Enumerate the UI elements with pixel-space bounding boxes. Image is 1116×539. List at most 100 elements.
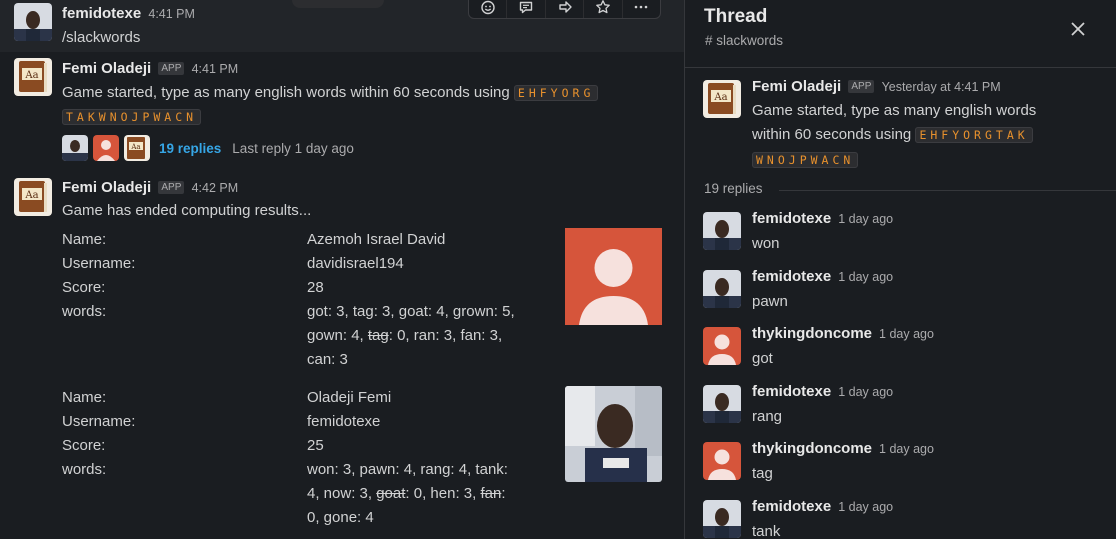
replies-count: 19 replies xyxy=(704,181,763,196)
scroll-indicator xyxy=(292,0,384,8)
timestamp[interactable]: 1 day ago xyxy=(838,270,893,284)
letters-code: EHFYORG xyxy=(513,85,599,101)
field-label-username: Username: xyxy=(62,413,136,430)
player-name: Oladeji Femi xyxy=(307,389,392,406)
message-text: Game started, type as many english words… xyxy=(62,84,510,101)
share-icon[interactable] xyxy=(546,0,585,18)
player-score: 28 xyxy=(307,279,324,296)
player-words: got: 3, tag: 3, goat: 4, grown: 5, xyxy=(307,303,515,320)
timestamp[interactable]: 4:41 PM xyxy=(192,62,239,76)
sender-name[interactable]: Femi Oladeji xyxy=(62,60,151,77)
divider xyxy=(685,67,1116,68)
avatar-photo[interactable] xyxy=(703,499,741,538)
field-label-name: Name: xyxy=(62,231,107,248)
player-words: won: 3, pawn: 4, rang: 4, tank: xyxy=(307,461,508,478)
message-text: tag xyxy=(752,465,773,482)
avatar-photo[interactable] xyxy=(703,384,741,423)
message-game-ended[interactable]: Aa Femi Oladeji APP 4:42 PM Game has end… xyxy=(0,172,684,539)
timestamp[interactable]: 4:42 PM xyxy=(192,181,239,195)
message-text: tank xyxy=(752,522,781,539)
last-reply-text: Last reply 1 day ago xyxy=(232,140,354,156)
message-text: Game started, type as many english words xyxy=(752,102,1037,119)
reply-in-thread-icon[interactable] xyxy=(507,0,546,18)
close-icon[interactable] xyxy=(1067,18,1089,40)
letters-code: TAKWNOJPWACN xyxy=(62,109,202,125)
thread-title: Thread xyxy=(704,6,768,27)
thread-reply[interactable]: thykingdoncome 1 day ago tag xyxy=(685,439,1116,493)
player-username: femidotexe xyxy=(307,413,381,430)
thread-parent-message[interactable]: Aa Femi Oladeji APP Yesterday at 4:41 PM… xyxy=(685,78,1116,174)
player-words: 0, gone: 4 xyxy=(307,509,374,526)
avatar-default-user xyxy=(93,135,119,161)
avatar-default-user[interactable] xyxy=(703,442,741,480)
app-dictionary-icon: Aa xyxy=(124,135,150,161)
timestamp[interactable]: Yesterday at 4:41 PM xyxy=(882,80,1001,94)
sender-name[interactable]: femidotexe xyxy=(752,498,831,515)
timestamp[interactable]: 1 day ago xyxy=(838,385,893,399)
avatar-default-user[interactable] xyxy=(703,327,741,365)
avatar-photo[interactable] xyxy=(703,212,741,250)
letters-code: EHFYORGTAK xyxy=(915,127,1033,143)
sender-name[interactable]: femidotexe xyxy=(62,5,141,22)
svg-text:Aa: Aa xyxy=(130,143,140,151)
timestamp[interactable]: 1 day ago xyxy=(879,327,934,341)
field-label-score: Score: xyxy=(62,279,106,296)
thread-reply[interactable]: femidotexe 1 day ago pawn xyxy=(685,267,1116,321)
field-label-name: Name: xyxy=(62,389,107,406)
thread-reply[interactable]: femidotexe 1 day ago won xyxy=(685,209,1116,263)
app-badge: APP xyxy=(848,80,875,93)
message-text: Game has ended computing results... xyxy=(62,202,312,219)
sender-name[interactable]: femidotexe xyxy=(752,268,831,285)
message-text: pawn xyxy=(752,292,788,310)
field-label-score: Score: xyxy=(62,437,106,454)
sender-name[interactable]: femidotexe xyxy=(752,383,831,400)
avatar-femidotexe xyxy=(62,135,88,161)
svg-text:Aa: Aa xyxy=(24,190,38,201)
message-text: got xyxy=(752,350,773,367)
field-label-words: words: xyxy=(62,461,107,478)
channel-pane: femidotexe 4:41 PM /slackwords Aa Femi O… xyxy=(0,0,684,539)
message-text: won xyxy=(752,235,780,252)
emoji-reaction-icon[interactable] xyxy=(469,0,508,18)
svg-text:Aa: Aa xyxy=(713,92,727,103)
star-icon[interactable] xyxy=(584,0,623,18)
player-avatar-default xyxy=(565,228,662,325)
avatar-femidotexe[interactable] xyxy=(14,3,52,41)
thread-reply[interactable]: femidotexe 1 day ago tank xyxy=(685,497,1116,539)
thread-replies-summary[interactable]: Aa 19 replies Last reply 1 day ago xyxy=(62,135,354,161)
field-label-words: words: xyxy=(62,303,107,320)
sender-name[interactable]: femidotexe xyxy=(752,210,831,227)
app-dictionary-icon[interactable]: Aa xyxy=(14,58,52,96)
app-dictionary-icon[interactable]: Aa xyxy=(14,178,52,216)
sender-name[interactable]: thykingdoncome xyxy=(752,440,872,457)
timestamp[interactable]: 1 day ago xyxy=(838,500,893,514)
field-label-username: Username: xyxy=(62,255,136,272)
player-score: 25 xyxy=(307,437,324,454)
thread-reply[interactable]: femidotexe 1 day ago rang xyxy=(685,382,1116,436)
avatar-photo[interactable] xyxy=(703,269,741,308)
message-actions-toolbar xyxy=(468,0,661,19)
sender-name[interactable]: Femi Oladeji xyxy=(752,78,841,95)
player-avatar-photo xyxy=(565,386,662,482)
more-actions-icon[interactable] xyxy=(623,0,660,18)
svg-text:Aa: Aa xyxy=(24,70,38,81)
app-badge: APP xyxy=(158,62,185,75)
player-username: davidisrael194 xyxy=(307,255,404,272)
thread-reply[interactable]: thykingdoncome 1 day ago got xyxy=(685,324,1116,378)
timestamp[interactable]: 1 day ago xyxy=(879,442,934,456)
timestamp[interactable]: 4:41 PM xyxy=(148,7,195,21)
app-dictionary-icon[interactable]: Aa xyxy=(703,80,741,118)
replies-link[interactable]: 19 replies xyxy=(159,141,221,156)
player-words: can: 3 xyxy=(307,351,348,368)
message-text: within 60 seconds using xyxy=(752,126,912,143)
timestamp[interactable]: 1 day ago xyxy=(838,212,893,226)
message-game-started[interactable]: Aa Femi Oladeji APP 4:41 PM Game started… xyxy=(0,52,684,172)
letters-code: WNOJPWACN xyxy=(752,152,859,168)
sender-name[interactable]: thykingdoncome xyxy=(752,325,872,342)
thread-pane: Thread # slackwords Aa Femi Oladeji APP … xyxy=(684,0,1116,539)
thread-channel[interactable]: # slackwords xyxy=(705,33,783,48)
message-text: rang xyxy=(752,407,783,425)
sender-name[interactable]: Femi Oladeji xyxy=(62,179,151,196)
player-words: gown: 4, tag: 0, ran: 3, fan: 3, xyxy=(307,327,503,344)
player-name: Azemoh Israel David xyxy=(307,231,446,248)
